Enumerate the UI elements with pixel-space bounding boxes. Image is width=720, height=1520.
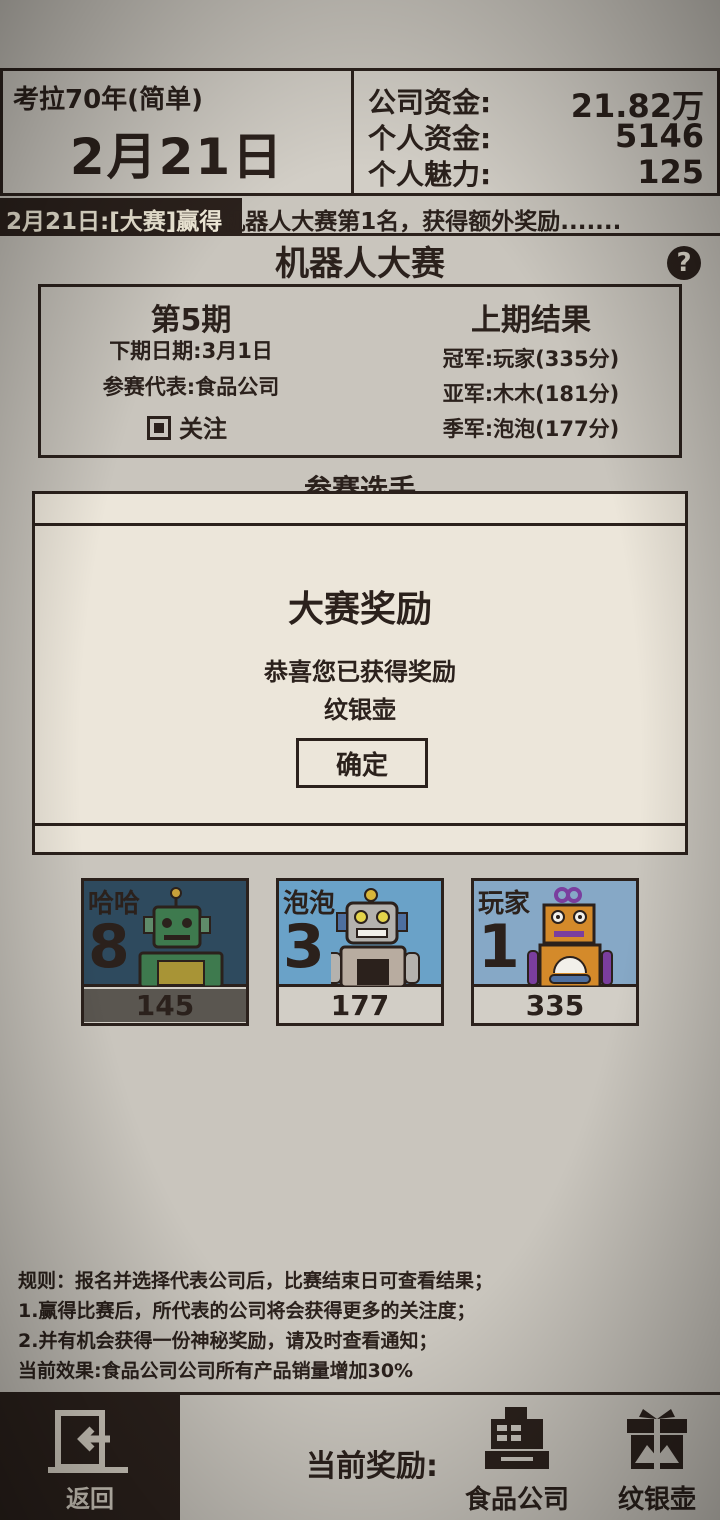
follow-label: 关注 [179,415,227,443]
current-date: 2月21日 [69,128,285,186]
charm-value: 125 [637,153,704,191]
back-label: 返回 [66,1485,114,1513]
contestant-art: 玩家 1 [474,881,636,987]
bottom-bar: 返回 当前奖励: 食品公司 纹银壶 [0,1392,720,1520]
company-funds-row: 公司资金: 21.82万 [368,81,704,125]
company-funds-label: 公司资金: [368,86,492,119]
contestant-art: 哈哈 8 [84,881,246,987]
contestant-card[interactable]: 玩家 1 335 [471,878,639,1026]
result-runner-up: 亚军:木木(181分) [442,382,620,406]
dialog-message: 恭喜您已获得奖励 [264,658,456,686]
page-title: 机器人大赛 [275,244,445,284]
charm-label: 个人魅力: [368,158,492,191]
confirm-button[interactable]: 确定 [296,738,428,788]
contestant-rank: 1 [478,912,520,982]
dialog-reward-item: 纹银壶 [324,696,396,724]
follow-toggle[interactable]: 关注 [147,409,227,444]
help-icon[interactable]: ? [667,246,701,280]
robot-orange-icon [527,887,613,987]
personal-funds-row: 个人资金: 5146 [368,117,704,155]
contestant-score: 145 [84,989,246,1022]
robot-green-icon [138,887,224,987]
funds-panel: 公司资金: 21.82万 个人资金: 5146 个人魅力: 125 [354,68,720,196]
dialog-divider-top [35,523,685,526]
contestant-art: 泡泡 3 [279,881,441,987]
exit-door-icon [48,1410,128,1473]
news-rest: 机器人大赛第1名，获得额外奖励....... [222,209,622,235]
current-effect: 当前效果:食品公司公司所有产品销量增加30% [18,1360,414,1382]
dialog-divider-bottom [35,823,685,826]
gift-box-icon [627,1409,687,1469]
year-label: 考拉70年(简单) [13,85,203,115]
cash-register-icon [485,1407,549,1469]
personal-funds-label: 个人资金: [368,122,492,155]
follow-checkbox[interactable] [147,416,171,440]
contestant-rank: 8 [88,912,130,982]
contestant-card[interactable]: 泡泡 3 177 [276,878,444,1026]
contestant-card[interactable]: 哈哈 8 145 [81,878,249,1026]
rules-line: 2.并有机会获得一份神秘奖励，请及时查看通知； [18,1330,438,1352]
reward-company-label: 食品公司 [464,1485,569,1515]
personal-funds-value: 5146 [614,117,704,155]
dialog-title: 大赛奖励 [287,589,432,630]
charm-row: 个人魅力: 125 [368,153,704,191]
contestant-score: 177 [279,989,441,1022]
result-champion: 冠军:玩家(335分) [442,347,620,371]
representative-label: 参赛代表:食品公司 [102,375,280,399]
next-date-label: 下期日期:3月1日 [109,339,273,363]
contestant-score: 335 [474,989,636,1022]
robot-silver-icon [331,888,420,987]
date-panel: 考拉70年(简单) 2月21日 [0,68,354,196]
rules-line: 1.赢得比赛后，所代表的公司将会获得更多的关注度； [18,1300,476,1322]
contestant-rank: 3 [283,912,325,982]
news-prefix: 2月21日:[大赛]赢得 [6,209,223,235]
contest-info-panel: 第5期 下期日期:3月1日 参赛代表:食品公司 关注 上期结果 冠军:玩家(33… [38,284,682,458]
period-label: 第5期 [150,303,232,338]
result-third: 季军:泡泡(177分) [442,417,620,441]
reward-dialog: 大赛奖励 恭喜您已获得奖励 纹银壶 确定 [32,491,688,855]
news-ticker[interactable]: 2月21日:[大赛]赢得机器人大赛第1名，获得额外奖励....... [0,198,720,236]
news-ticker-text: 2月21日:[大赛]赢得机器人大赛第1名，获得额外奖励....... [6,202,621,236]
reward-item-label: 纹银壶 [617,1485,696,1515]
rules-line: 规则：报名并选择代表公司后，比赛结束日可查看结果； [18,1270,494,1292]
current-reward-label: 当前奖励: [306,1449,438,1484]
last-results-title: 上期结果 [471,303,591,338]
back-button[interactable]: 返回 [0,1395,180,1520]
